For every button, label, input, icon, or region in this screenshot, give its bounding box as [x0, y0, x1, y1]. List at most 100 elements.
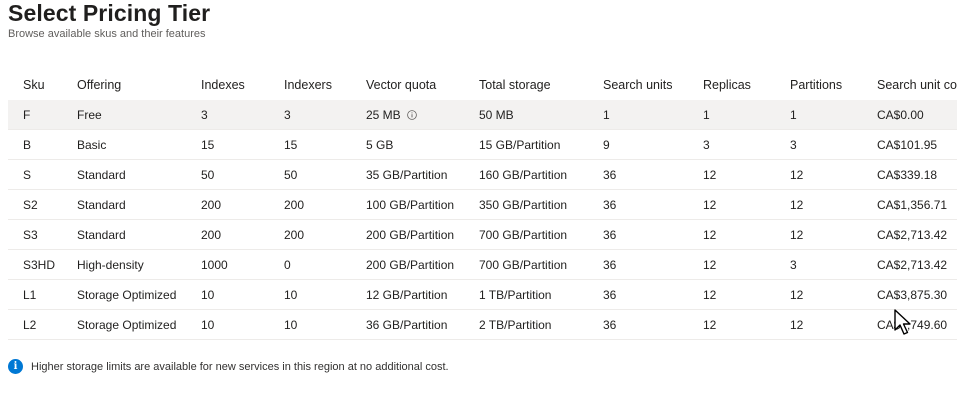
column-header-indexes[interactable]: Indexes: [201, 70, 245, 100]
column-header-search-units[interactable]: Search units: [603, 70, 672, 100]
cell-search-unit-cost: CA$101.95: [877, 137, 938, 152]
cell-partitions: 12: [790, 167, 804, 182]
cell-search-units: 36: [603, 197, 617, 212]
cell-total-storage: 15 GB/Partition: [479, 137, 561, 152]
cell-replicas: 12: [703, 257, 717, 272]
column-header-total-storage[interactable]: Total storage: [479, 70, 551, 100]
column-header-partitions[interactable]: Partitions: [790, 70, 842, 100]
page-subtitle: Browse available skus and their features: [8, 28, 206, 40]
cell-partitions: 12: [790, 197, 804, 212]
cell-offering: Storage Optimized: [77, 317, 177, 332]
cell-indexes: 10: [201, 317, 215, 332]
table-row-l1[interactable]: L1 Storage Optimized 10 10 12 GB/Partiti…: [8, 280, 957, 310]
cell-partitions: 1: [790, 107, 797, 122]
cell-sku: L1: [23, 287, 37, 302]
column-header-offering[interactable]: Offering: [77, 70, 121, 100]
cell-search-unit-cost: CA$0.00: [877, 107, 924, 122]
cell-sku: L2: [23, 317, 37, 332]
info-message: i Higher storage limits are available fo…: [8, 359, 449, 374]
column-header-vector-quota[interactable]: Vector quota: [366, 70, 436, 100]
cell-indexers: 50: [284, 167, 298, 182]
cell-replicas: 3: [703, 137, 710, 152]
cell-vector-quota-value: 25 MB: [366, 107, 401, 122]
mouse-pointer-icon: [893, 308, 915, 341]
cell-total-storage: 700 GB/Partition: [479, 227, 568, 242]
cell-total-storage: 50 MB: [479, 107, 514, 122]
cell-indexes: 3: [201, 107, 208, 122]
cell-offering: Standard: [77, 197, 126, 212]
cell-search-units: 36: [603, 317, 617, 332]
cell-vector-quota: 36 GB/Partition: [366, 317, 448, 332]
cell-offering: Free: [77, 107, 102, 122]
cell-vector-quota: 200 GB/Partition: [366, 257, 455, 272]
cell-partitions: 3: [790, 137, 797, 152]
cell-total-storage: 1 TB/Partition: [479, 287, 552, 302]
cell-indexers: 0: [284, 257, 291, 272]
cell-indexers: 200: [284, 197, 305, 212]
cell-replicas: 12: [703, 287, 717, 302]
cell-indexes: 50: [201, 167, 215, 182]
cell-offering: Standard: [77, 227, 126, 242]
cell-search-unit-cost: CA$3,875.30: [877, 287, 948, 302]
table-row-b[interactable]: B Basic 15 15 5 GB 15 GB/Partition 9 3 3…: [8, 130, 957, 160]
table-row-s[interactable]: S Standard 50 50 35 GB/Partition 160 GB/…: [8, 160, 957, 190]
table-header-row: Sku Offering Indexes Indexers Vector quo…: [8, 70, 957, 100]
cell-search-unit-cost: CA$1,356.71: [877, 197, 948, 212]
cell-indexers: 10: [284, 317, 298, 332]
cell-indexes: 200: [201, 197, 222, 212]
column-header-sku[interactable]: Sku: [23, 70, 45, 100]
cell-vector-quota: 25 MB: [366, 100, 417, 129]
cell-offering: Standard: [77, 167, 126, 182]
cell-search-units: 36: [603, 287, 617, 302]
cell-partitions: 12: [790, 287, 804, 302]
cell-total-storage: 350 GB/Partition: [479, 197, 568, 212]
cell-indexers: 15: [284, 137, 298, 152]
page-title: Select Pricing Tier: [8, 0, 211, 26]
cell-partitions: 3: [790, 257, 797, 272]
cell-offering: Basic: [77, 137, 107, 152]
cell-indexes: 10: [201, 287, 215, 302]
cell-search-unit-cost: CA$339.18: [877, 167, 938, 182]
cell-search-unit-cost: CA$2,713.42: [877, 257, 948, 272]
cell-vector-quota: 35 GB/Partition: [366, 167, 448, 182]
cell-search-units: 1: [603, 107, 610, 122]
cell-sku: F: [23, 107, 31, 122]
cell-partitions: 12: [790, 317, 804, 332]
info-text: Higher storage limits are available for …: [31, 360, 449, 373]
cell-vector-quota: 200 GB/Partition: [366, 227, 455, 242]
cell-search-units: 9: [603, 137, 610, 152]
cell-total-storage: 700 GB/Partition: [479, 257, 568, 272]
cell-indexes: 15: [201, 137, 215, 152]
cell-sku: B: [23, 137, 32, 152]
column-header-search-unit-cost[interactable]: Search unit cost: [877, 70, 957, 100]
table-row-s3hd[interactable]: S3HD High-density 1000 0 200 GB/Partitio…: [8, 250, 957, 280]
cell-replicas: 12: [703, 197, 717, 212]
cell-indexers: 200: [284, 227, 305, 242]
cell-replicas: 1: [703, 107, 710, 122]
table-row-f[interactable]: F Free 3 3 25 MB 50 MB 1 1 1 CA$0.00: [8, 100, 957, 130]
cell-total-storage: 2 TB/Partition: [479, 317, 552, 332]
cell-offering: High-density: [77, 257, 144, 272]
table-row-s2[interactable]: S2 Standard 200 200 100 GB/Partition 350…: [8, 190, 957, 220]
cell-total-storage: 160 GB/Partition: [479, 167, 568, 182]
column-header-replicas[interactable]: Replicas: [703, 70, 751, 100]
cell-indexers: 3: [284, 107, 291, 122]
info-icon[interactable]: [406, 109, 417, 120]
table-row-l2[interactable]: L2 Storage Optimized 10 10 36 GB/Partiti…: [8, 310, 957, 340]
cell-indexes: 200: [201, 227, 222, 242]
cell-sku: S3: [23, 227, 38, 242]
cell-vector-quota: 100 GB/Partition: [366, 197, 455, 212]
cell-sku: S: [23, 167, 32, 182]
cell-indexes: 1000: [201, 257, 228, 272]
table-row-s3[interactable]: S3 Standard 200 200 200 GB/Partition 700…: [8, 220, 957, 250]
cell-search-units: 36: [603, 167, 617, 182]
cell-vector-quota: 5 GB: [366, 137, 394, 152]
cell-indexers: 10: [284, 287, 298, 302]
cell-replicas: 12: [703, 167, 717, 182]
cell-search-units: 36: [603, 257, 617, 272]
cell-replicas: 12: [703, 317, 717, 332]
pricing-tier-table: Sku Offering Indexes Indexers Vector quo…: [8, 70, 957, 340]
cell-sku: S3HD: [23, 257, 56, 272]
cell-offering: Storage Optimized: [77, 287, 177, 302]
column-header-indexers[interactable]: Indexers: [284, 70, 332, 100]
